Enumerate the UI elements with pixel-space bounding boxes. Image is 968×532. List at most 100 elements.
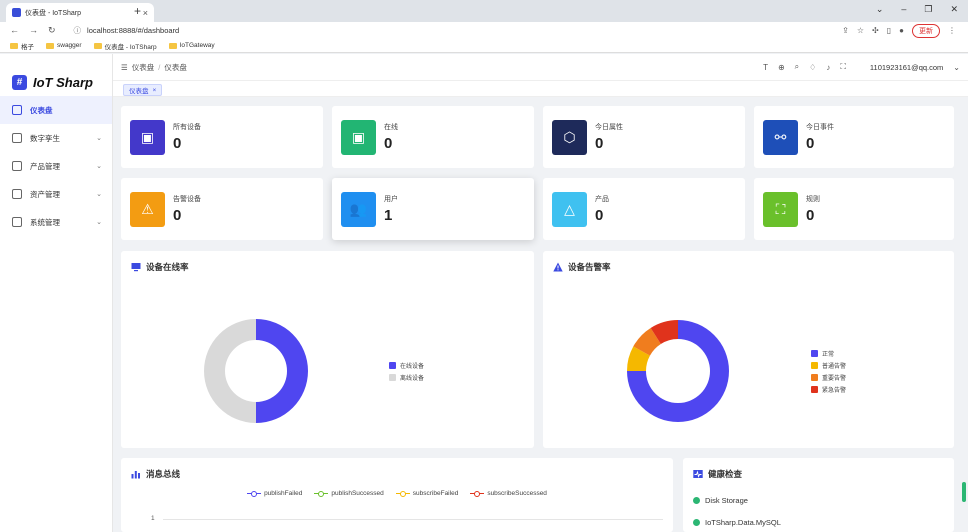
gridline — [163, 519, 663, 520]
legend-item[interactable]: 在线设备 — [389, 361, 424, 370]
legend-item[interactable]: publishSuccessed — [314, 490, 384, 497]
stat-value: 0 — [384, 135, 393, 152]
chevron-down-icon: ⌄ — [96, 191, 102, 198]
bookmark-item[interactable]: 仪表盘 - IoTSharp — [93, 41, 157, 51]
back-icon[interactable]: ← — [10, 25, 19, 36]
update-button[interactable]: 更新 — [912, 23, 940, 38]
bookmark-item[interactable]: 格子 — [10, 41, 34, 51]
chevron-down-icon[interactable]: ⌄ — [953, 63, 960, 72]
heartbeat-icon — [693, 470, 703, 478]
legend-item[interactable]: publishFailed — [247, 490, 302, 497]
browser-tab[interactable]: 仪表盘 - IoTSharp × — [6, 3, 154, 22]
stat-value: 0 — [173, 135, 182, 152]
rule-icon: ⛶ — [763, 191, 798, 227]
stat-card-alarm-devices[interactable]: ⚠ 告警设备 0 — [121, 178, 323, 240]
health-item: IoTSharp.Data.MySQL — [693, 518, 781, 527]
asset-icon — [12, 189, 22, 199]
reload-icon[interactable]: ↻ — [48, 25, 56, 36]
alarm-rate-legend: 正常 普通告警 重要告警 紧急告警 — [811, 349, 846, 397]
pie-slice-1[interactable] — [204, 319, 256, 423]
warning-icon — [553, 262, 563, 272]
chevron-down-icon: ⌄ — [96, 135, 102, 142]
folder-icon — [46, 42, 54, 49]
sidebar-item-assets[interactable]: 资产管理 ⌄ — [0, 180, 112, 208]
online-rate-panel: 设备在线率 在线设备 离线设备 — [121, 251, 534, 448]
online-rate-legend: 在线设备 离线设备 — [389, 361, 424, 385]
star-icon[interactable]: ☆ — [857, 26, 864, 35]
legend-item[interactable]: 紧急告警 — [811, 385, 846, 394]
bell-icon[interactable]: ♪ — [826, 63, 830, 72]
panel-title: 消息总线 — [131, 468, 180, 480]
close-window-icon[interactable]: ✕ — [950, 4, 958, 15]
breadcrumb: ☰ 仪表盘 / 仪表盘 — [121, 62, 187, 73]
hash-logo-icon: # — [12, 74, 27, 90]
menu-icon[interactable]: ⋮ — [948, 26, 956, 35]
breadcrumb-item: 仪表盘 — [164, 62, 187, 72]
tags-bar: 仪表盘 × — [113, 80, 968, 97]
stat-card-rules[interactable]: ⛶ 规则 0 — [754, 178, 954, 240]
panel-title: 健康检查 — [693, 468, 742, 480]
stat-card-all-devices[interactable]: ▣ 所有设备 0 — [121, 106, 323, 168]
panel-title: 设备告警率 — [553, 261, 611, 273]
legend-item[interactable]: 普通告警 — [811, 361, 846, 370]
legend-item[interactable]: 离线设备 — [389, 373, 424, 382]
health-item: Disk Storage — [693, 496, 748, 505]
y-tick-label: 1 — [151, 515, 155, 522]
theme-icon[interactable]: ♢ — [809, 63, 816, 72]
tag-dashboard[interactable]: 仪表盘 × — [123, 84, 163, 96]
close-tab-icon[interactable]: × — [143, 8, 148, 18]
minimize-icon[interactable]: – — [901, 4, 906, 15]
alarm-rate-donut — [627, 320, 729, 422]
stat-card-online[interactable]: ▣ 在线 0 — [332, 106, 534, 168]
check-icon — [693, 497, 700, 504]
legend-item[interactable]: subscribeSuccessed — [470, 490, 547, 497]
sidebar-item-dashboard[interactable]: 仪表盘 — [0, 96, 112, 124]
stat-card-users[interactable]: 👥 用户 1 — [332, 178, 534, 240]
pie-slice-0[interactable] — [256, 319, 308, 423]
search-icon[interactable]: ⌕ — [795, 62, 799, 72]
forward-icon[interactable]: → — [29, 25, 38, 36]
online-rate-donut — [204, 319, 308, 423]
sidepanel-icon[interactable]: ▯ — [887, 26, 891, 35]
stat-value: 0 — [595, 207, 604, 224]
stat-value: 0 — [806, 207, 815, 224]
stat-value: 0 — [595, 135, 604, 152]
panel-title: 设备在线率 — [131, 261, 189, 273]
close-icon[interactable]: × — [153, 87, 157, 94]
fullscreen-icon[interactable]: ⛶ — [840, 62, 846, 72]
bookmark-item[interactable]: swagger — [46, 42, 82, 49]
new-tab-icon[interactable]: + — [134, 4, 141, 18]
collapse-menu-icon[interactable]: ☰ — [121, 63, 128, 72]
user-menu[interactable]: 1101923161@qq.com — [870, 63, 943, 72]
legend-item[interactable]: 重要告警 — [811, 373, 846, 382]
bookmark-item[interactable]: IoTGateway — [168, 42, 215, 49]
translate-icon[interactable]: T — [763, 63, 768, 72]
event-icon: ⚯ — [763, 119, 798, 155]
url-input[interactable]: localhost:8888/#/dashboard — [87, 26, 179, 35]
sidebar: # IoT Sharp 仪表盘 数字孪生 ⌄ 产品管理 ⌄ 资产管理 ⌄ 系统管… — [0, 54, 113, 532]
extensions-icon[interactable]: ✣ — [872, 26, 879, 35]
folder-icon — [93, 42, 102, 49]
sidebar-item-digital-twin[interactable]: 数字孪生 ⌄ — [0, 124, 112, 152]
globe-icon[interactable]: ⊕ — [778, 63, 785, 72]
bookmarks-bar: 格子 swagger 仪表盘 - IoTSharp IoTGateway — [0, 39, 968, 53]
profile-icon[interactable]: ● — [899, 26, 904, 35]
info-icon[interactable]: ⓘ — [74, 25, 82, 36]
restore-icon[interactable]: ❐ — [924, 4, 932, 15]
stat-card-today-attributes[interactable]: ⬡ 今日属性 0 — [543, 106, 745, 168]
share-icon[interactable]: ⇪ — [842, 26, 849, 35]
breadcrumb-item[interactable]: 仪表盘 — [132, 62, 155, 73]
chevron-down-icon: ⌄ — [96, 163, 102, 170]
stat-card-products[interactable]: △ 产品 0 — [543, 178, 745, 240]
legend-item[interactable]: subscribeFailed — [395, 490, 458, 497]
window-controls: ⌄ – ❐ ✕ — [876, 4, 958, 15]
scrollbar-thumb[interactable] — [962, 482, 966, 502]
legend-item[interactable]: 正常 — [811, 349, 846, 358]
message-bus-panel: 消息总线 publishFailed publishSuccessed subs… — [121, 458, 673, 532]
sidebar-item-system[interactable]: 系统管理 ⌄ — [0, 208, 112, 236]
chevron-down-icon[interactable]: ⌄ — [876, 4, 884, 15]
stat-card-today-events[interactable]: ⚯ 今日事件 0 — [754, 106, 954, 168]
app-logo[interactable]: # IoT Sharp — [0, 54, 112, 96]
sidebar-item-products[interactable]: 产品管理 ⌄ — [0, 152, 112, 180]
browser-tabstrip: 仪表盘 - IoTSharp × + ⌄ – ❐ ✕ — [0, 0, 968, 22]
